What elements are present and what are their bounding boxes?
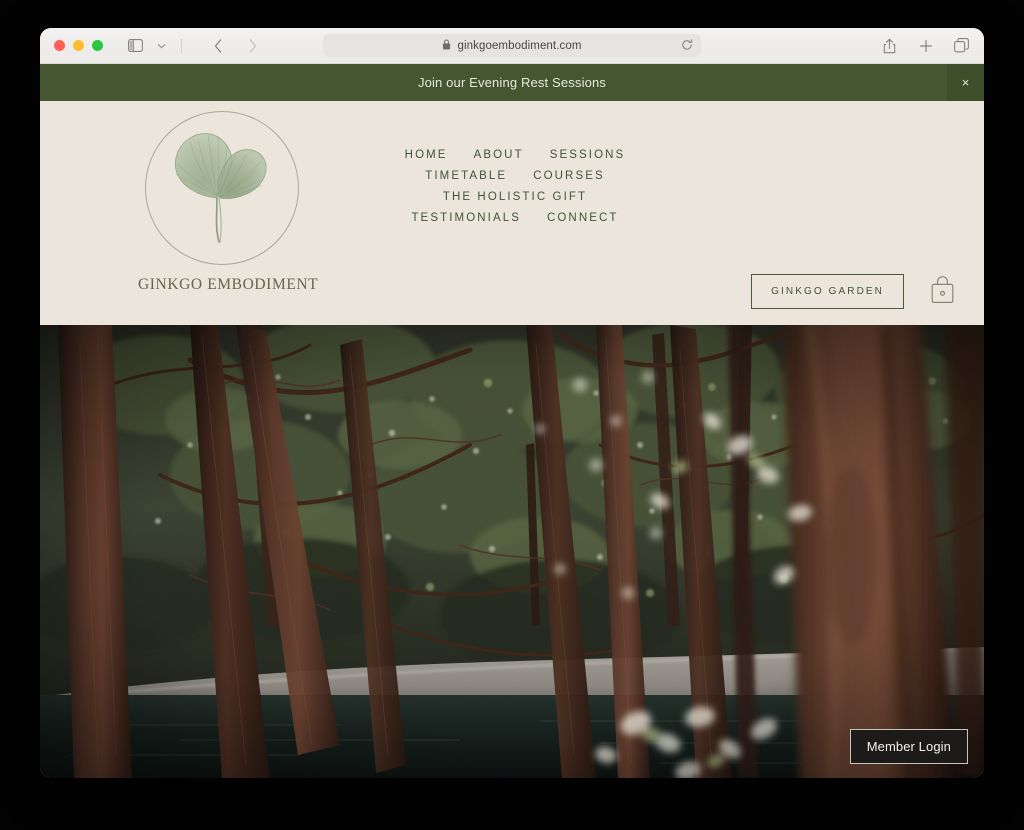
nav-row-3: THE HOLISTIC GIFT <box>370 191 660 203</box>
nav-item-connect[interactable]: CONNECT <box>547 212 619 224</box>
nav-item-the-holistic-gift[interactable]: THE HOLISTIC GIFT <box>443 191 587 203</box>
toolbar-left-group <box>127 37 261 54</box>
browser-toolbar: ginkgoembodiment.com <box>40 28 984 64</box>
reload-icon[interactable] <box>681 38 693 53</box>
address-bar[interactable]: ginkgoembodiment.com <box>323 34 701 57</box>
browser-window: ginkgoembodiment.com Join our Evening Re… <box>40 28 984 778</box>
brand-logo[interactable]: GINKGO EMBODIMENT <box>138 111 319 294</box>
toolbar-divider <box>181 38 182 53</box>
brand-name: GINKGO EMBODIMENT <box>138 276 319 293</box>
ginkgo-leaf-logo <box>145 111 299 265</box>
minimize-window-button[interactable] <box>73 40 84 51</box>
nav-row-4: TESTIMONIALS CONNECT <box>370 212 660 224</box>
nav-item-testimonials[interactable]: TESTIMONIALS <box>411 212 521 224</box>
history-nav <box>209 37 261 54</box>
shopping-bag-icon[interactable] <box>930 275 955 309</box>
chevron-down-icon[interactable] <box>153 37 170 54</box>
sidebar-toggle-icon[interactable] <box>127 37 144 54</box>
announcement-text: Join our Evening Rest Sessions <box>417 75 607 90</box>
hero-section: Member Login <box>40 325 984 778</box>
share-icon[interactable] <box>881 37 898 54</box>
ginkgo-garden-button[interactable]: GINKGO GARDEN <box>751 274 904 309</box>
nav-item-courses[interactable]: COURSES <box>533 170 605 182</box>
nav-item-timetable[interactable]: TIMETABLE <box>425 170 507 182</box>
nav-item-sessions[interactable]: SESSIONS <box>550 149 626 161</box>
forward-chevron-icon <box>244 37 261 54</box>
tab-overview-icon[interactable] <box>953 37 970 54</box>
toolbar-right-group <box>881 37 970 54</box>
window-controls <box>54 40 103 51</box>
nav-item-about[interactable]: ABOUT <box>474 149 524 161</box>
header-actions: GINKGO GARDEN <box>751 274 955 309</box>
announcement-bar: Join our Evening Rest Sessions × <box>40 64 984 101</box>
zoom-window-button[interactable] <box>92 40 103 51</box>
hero-image <box>40 325 984 778</box>
nav-row-1: HOME ABOUT SESSIONS <box>370 149 660 161</box>
site-header: GINKGO EMBODIMENT HOME ABOUT SESSIONS TI… <box>40 101 984 325</box>
url-text: ginkgoembodiment.com <box>457 39 582 52</box>
member-login-button[interactable]: Member Login <box>849 729 968 764</box>
close-window-button[interactable] <box>54 40 65 51</box>
nav-item-home[interactable]: HOME <box>405 149 448 161</box>
screen: ginkgoembodiment.com Join our Evening Re… <box>0 0 1024 830</box>
main-navigation: HOME ABOUT SESSIONS TIMETABLE COURSES TH… <box>370 149 660 233</box>
close-icon[interactable]: × <box>947 64 984 101</box>
web-page: Join our Evening Rest Sessions × GINKGO … <box>40 64 984 778</box>
lock-icon <box>442 39 451 53</box>
nav-row-2: TIMETABLE COURSES <box>370 170 660 182</box>
back-chevron-icon[interactable] <box>209 37 226 54</box>
plus-icon[interactable] <box>917 37 934 54</box>
